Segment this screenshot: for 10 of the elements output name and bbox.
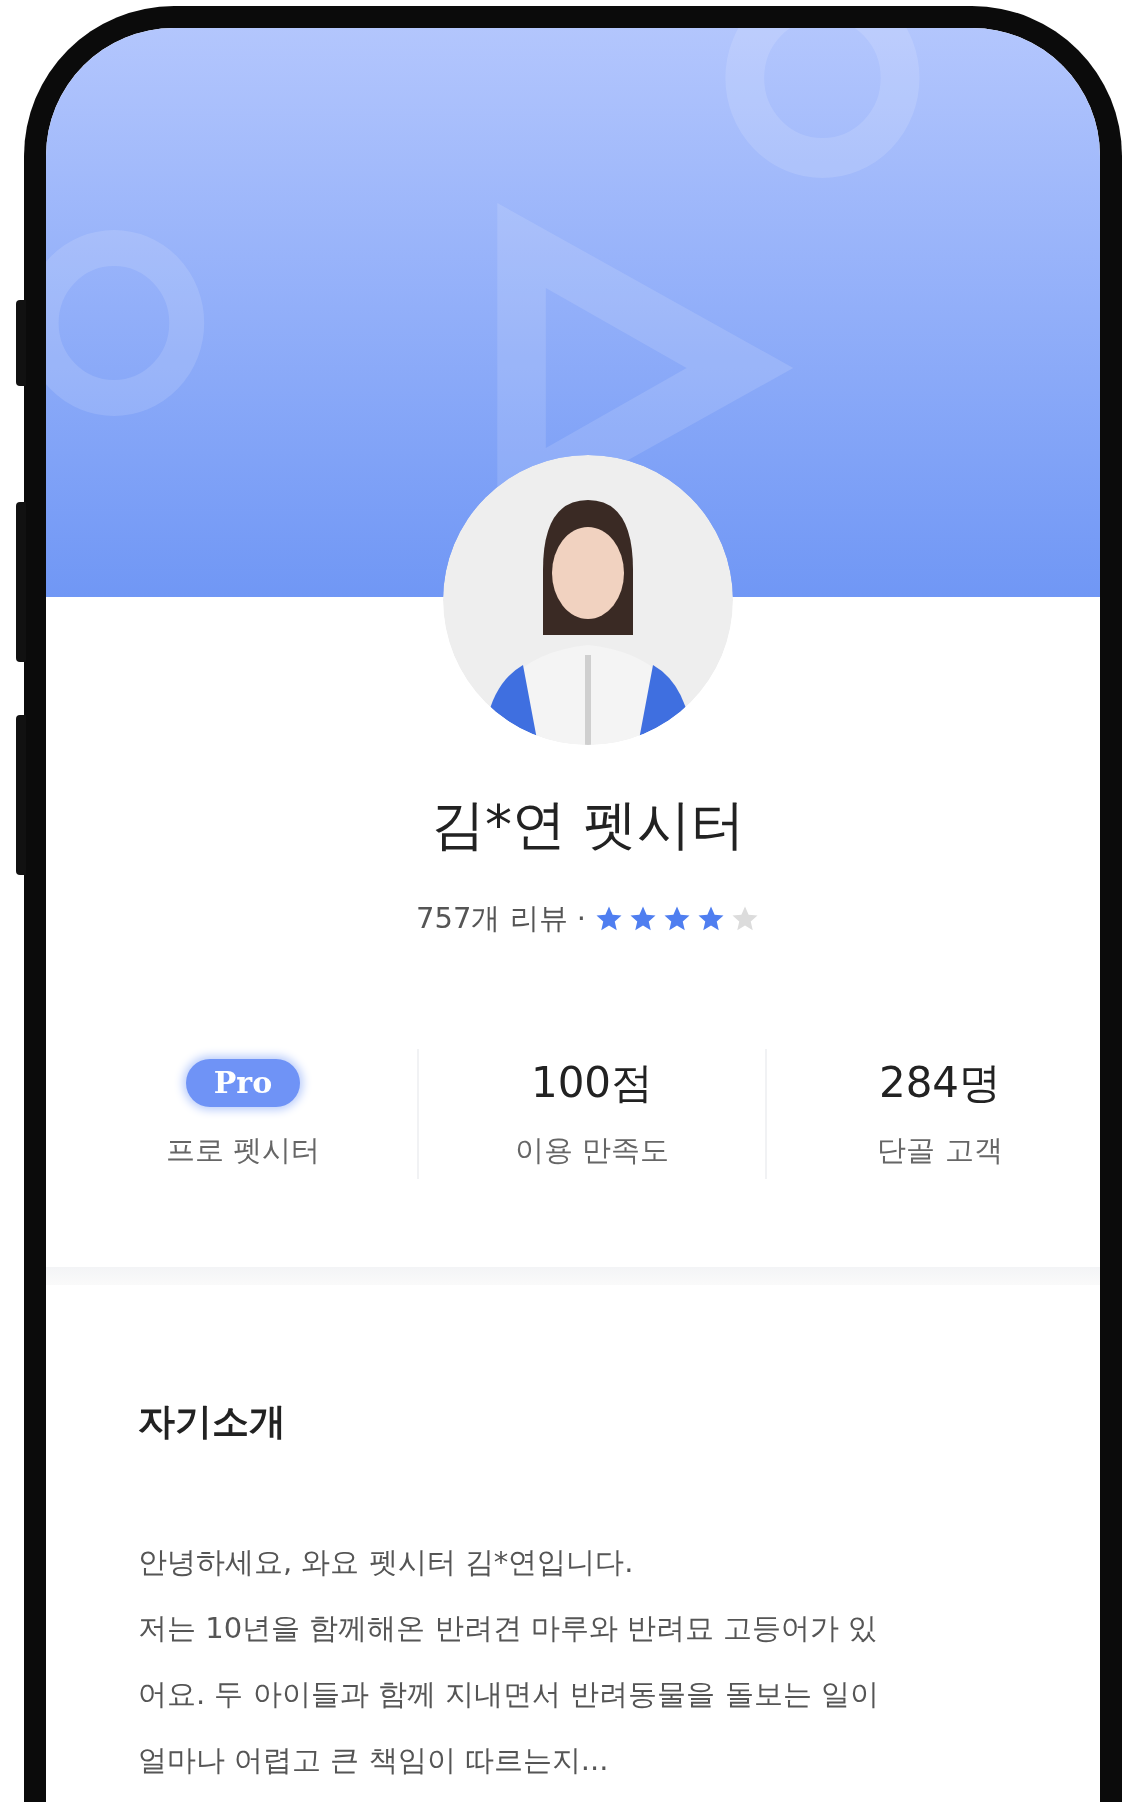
section-title: 자기소개 bbox=[138, 1398, 287, 1445]
stat-label: 이용 만족도 bbox=[514, 1131, 670, 1169]
stat-label: 단골 고객 bbox=[877, 1131, 1003, 1169]
review-count: 757개 리뷰 · bbox=[416, 899, 586, 937]
sitter-name: 김*연 펫시터 bbox=[430, 792, 746, 858]
pro-badge: Pro bbox=[185, 1058, 301, 1107]
stat-value: 100점 bbox=[530, 1056, 654, 1109]
stat-value: 284명 bbox=[878, 1056, 1002, 1109]
stat-label: 프로 펫시터 bbox=[165, 1131, 321, 1169]
intro-paragraph: 안녕하세요, 와요 펫시터 김*연입니다. 저는 10년을 함께해온 반려견 마루와 반려묘 고등어가 있 어요. 두 아이들과 함께 지내면서 반려동물을 돌보는 일이 얼마나 어렵고 큰 책임이 따르는지... bbox=[138, 1543, 880, 1779]
